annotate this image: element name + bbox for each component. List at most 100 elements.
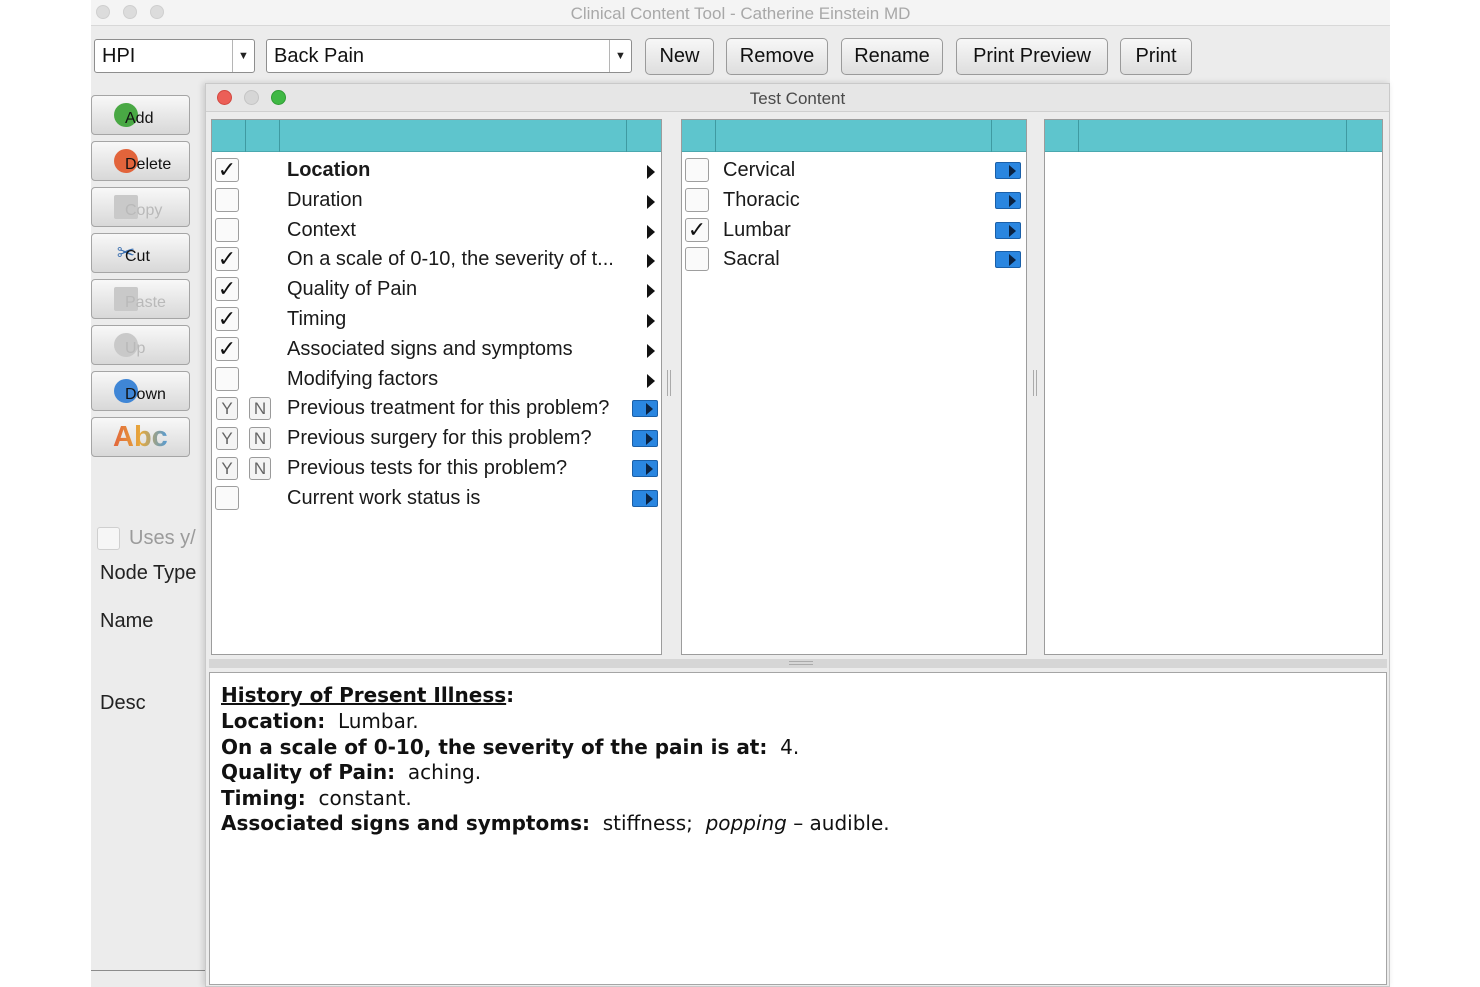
window-title: Clinical Content Tool - Catherine Einste… [570, 4, 911, 23]
desktop: Clinical Content Tool - Catherine Einste… [0, 0, 1480, 987]
add-button[interactable]: Add [91, 95, 190, 135]
submenu-arrow-icon[interactable] [647, 343, 655, 358]
list-item[interactable]: ✓ Lumbar [682, 216, 1026, 246]
free-text-input-icon[interactable] [632, 430, 658, 448]
item-checkbox[interactable] [215, 485, 239, 510]
item-checkbox[interactable] [685, 158, 709, 182]
yes-toggle[interactable]: Y [216, 457, 238, 480]
chevron-down-icon: ▼ [609, 40, 631, 72]
list-item[interactable]: Context [212, 216, 661, 246]
list-item[interactable]: Y N Previous surgery for this problem? [212, 424, 661, 454]
item-checkbox[interactable]: ✓ [215, 277, 239, 302]
item-checkbox[interactable]: ✓ [215, 336, 239, 361]
remove-button[interactable]: Remove [726, 38, 828, 75]
chevron-down-icon: ▼ [232, 40, 254, 72]
list-item[interactable]: Current work status is [212, 484, 661, 514]
delete-button[interactable]: Delete [91, 141, 190, 181]
no-toggle[interactable]: N [249, 427, 271, 451]
list-item[interactable]: ✓ Associated signs and symptoms [212, 335, 661, 365]
up-button-label: Up [125, 340, 146, 357]
template-select-value: Back Pain [274, 45, 365, 67]
test-content-titlebar: Test Content [206, 84, 1389, 112]
list-item[interactable]: Sacral [682, 245, 1026, 275]
list-item[interactable]: ✓ Quality of Pain [212, 275, 661, 305]
no-toggle[interactable]: N [249, 457, 271, 480]
section-select-value: HPI [102, 45, 136, 67]
item-label: Previous tests for this problem? [287, 457, 568, 479]
down-button[interactable]: Down [91, 371, 190, 411]
print-preview-button[interactable]: Print Preview [956, 38, 1108, 75]
item-checkbox[interactable] [685, 247, 709, 272]
note-preview[interactable]: History of Present Illness: Location: Lu… [209, 672, 1387, 985]
free-text-input-icon[interactable] [632, 400, 658, 418]
list-item[interactable]: Y N Previous tests for this problem? [212, 454, 661, 484]
free-text-input-icon[interactable] [995, 191, 1021, 209]
item-label: Location [287, 159, 371, 181]
paste-button[interactable]: Paste [91, 279, 190, 319]
name-label: Name [100, 610, 154, 632]
item-checkbox[interactable] [685, 187, 709, 212]
submenu-arrow-icon[interactable] [647, 373, 655, 388]
item-checkbox[interactable]: ✓ [685, 217, 709, 242]
submenu-arrow-icon[interactable] [647, 224, 655, 239]
free-text-input-icon[interactable] [995, 251, 1021, 269]
section-select[interactable]: HPI ▼ [94, 39, 255, 73]
list-item[interactable]: Y N Previous treatment for this problem? [212, 394, 661, 424]
submenu-arrow-icon[interactable] [647, 314, 655, 328]
list-item[interactable]: ✓ Location [212, 156, 661, 186]
submenu-arrow-icon[interactable] [647, 254, 655, 269]
print-button[interactable]: Print [1120, 38, 1192, 75]
item-checkbox[interactable] [215, 217, 239, 242]
list-item[interactable]: ✓ Timing [212, 305, 661, 335]
item-label: Quality of Pain [287, 278, 418, 301]
free-text-input-icon[interactable] [632, 489, 658, 507]
item-checkbox[interactable] [215, 187, 239, 212]
new-button[interactable]: New [645, 38, 714, 75]
note-line: On a scale of 0-10, the severity of the … [221, 735, 799, 759]
splitter-handle[interactable] [667, 370, 671, 396]
free-text-input-icon[interactable] [995, 162, 1021, 179]
yes-toggle[interactable]: Y [216, 397, 238, 421]
add-button-label: Add [125, 110, 154, 127]
item-label: On a scale of 0-10, the severity of t... [287, 248, 614, 271]
copy-button[interactable]: Copy [91, 187, 190, 227]
list-item[interactable]: Duration [212, 186, 661, 216]
note-line-label: On a scale of 0-10, the severity of the … [221, 734, 768, 759]
submenu-arrow-icon[interactable] [647, 165, 655, 179]
submenu-arrow-icon[interactable] [647, 284, 655, 299]
submenu-arrow-icon[interactable] [647, 194, 655, 209]
item-label: Current work status is [287, 486, 481, 509]
down-button-label: Down [125, 386, 166, 403]
up-button[interactable]: Up [91, 325, 190, 365]
list-item[interactable]: ✓ On a scale of 0-10, the severity of t..… [212, 245, 661, 275]
template-select[interactable]: Back Pain ▼ [266, 39, 632, 73]
list-item[interactable]: Cervical [682, 156, 1026, 186]
delete-button-label: Delete [125, 156, 172, 173]
list-item[interactable]: Thoracic [682, 186, 1026, 216]
item-label: Cervical [723, 159, 796, 181]
list-item[interactable]: Modifying factors [212, 365, 661, 395]
column-header [212, 120, 661, 152]
tree-column-1: ✓ Location Duration Context ✓ On a scale of 0… [211, 119, 662, 655]
cut-button[interactable]: ✂ Cut [91, 233, 190, 273]
item-label: Previous surgery for this problem? [287, 427, 592, 450]
no-toggle[interactable]: N [249, 397, 271, 421]
rename-button[interactable]: Rename [841, 38, 943, 75]
uses-yn-checkbox[interactable] [97, 527, 120, 550]
note-heading-colon: : [506, 683, 515, 707]
free-text-input-icon[interactable] [995, 221, 1021, 239]
horizontal-splitter[interactable] [209, 659, 1387, 668]
yes-toggle[interactable]: Y [216, 427, 238, 451]
splitter-handle[interactable] [1033, 370, 1037, 396]
spell-check-button[interactable]: Abc [91, 417, 190, 457]
free-text-input-icon[interactable] [632, 460, 658, 477]
note-line: Location: Lumbar. [221, 709, 419, 733]
item-checkbox[interactable]: ✓ [215, 307, 239, 331]
item-checkbox[interactable]: ✓ [215, 158, 239, 182]
note-line-value: Lumbar. [337, 709, 419, 733]
item-checkbox[interactable] [215, 366, 239, 391]
item-label: Duration [287, 188, 363, 211]
item-checkbox[interactable]: ✓ [215, 247, 239, 272]
test-content-window: Test Content ✓ Location Duration Context ✓ On… [205, 83, 1390, 987]
divider [91, 970, 205, 971]
